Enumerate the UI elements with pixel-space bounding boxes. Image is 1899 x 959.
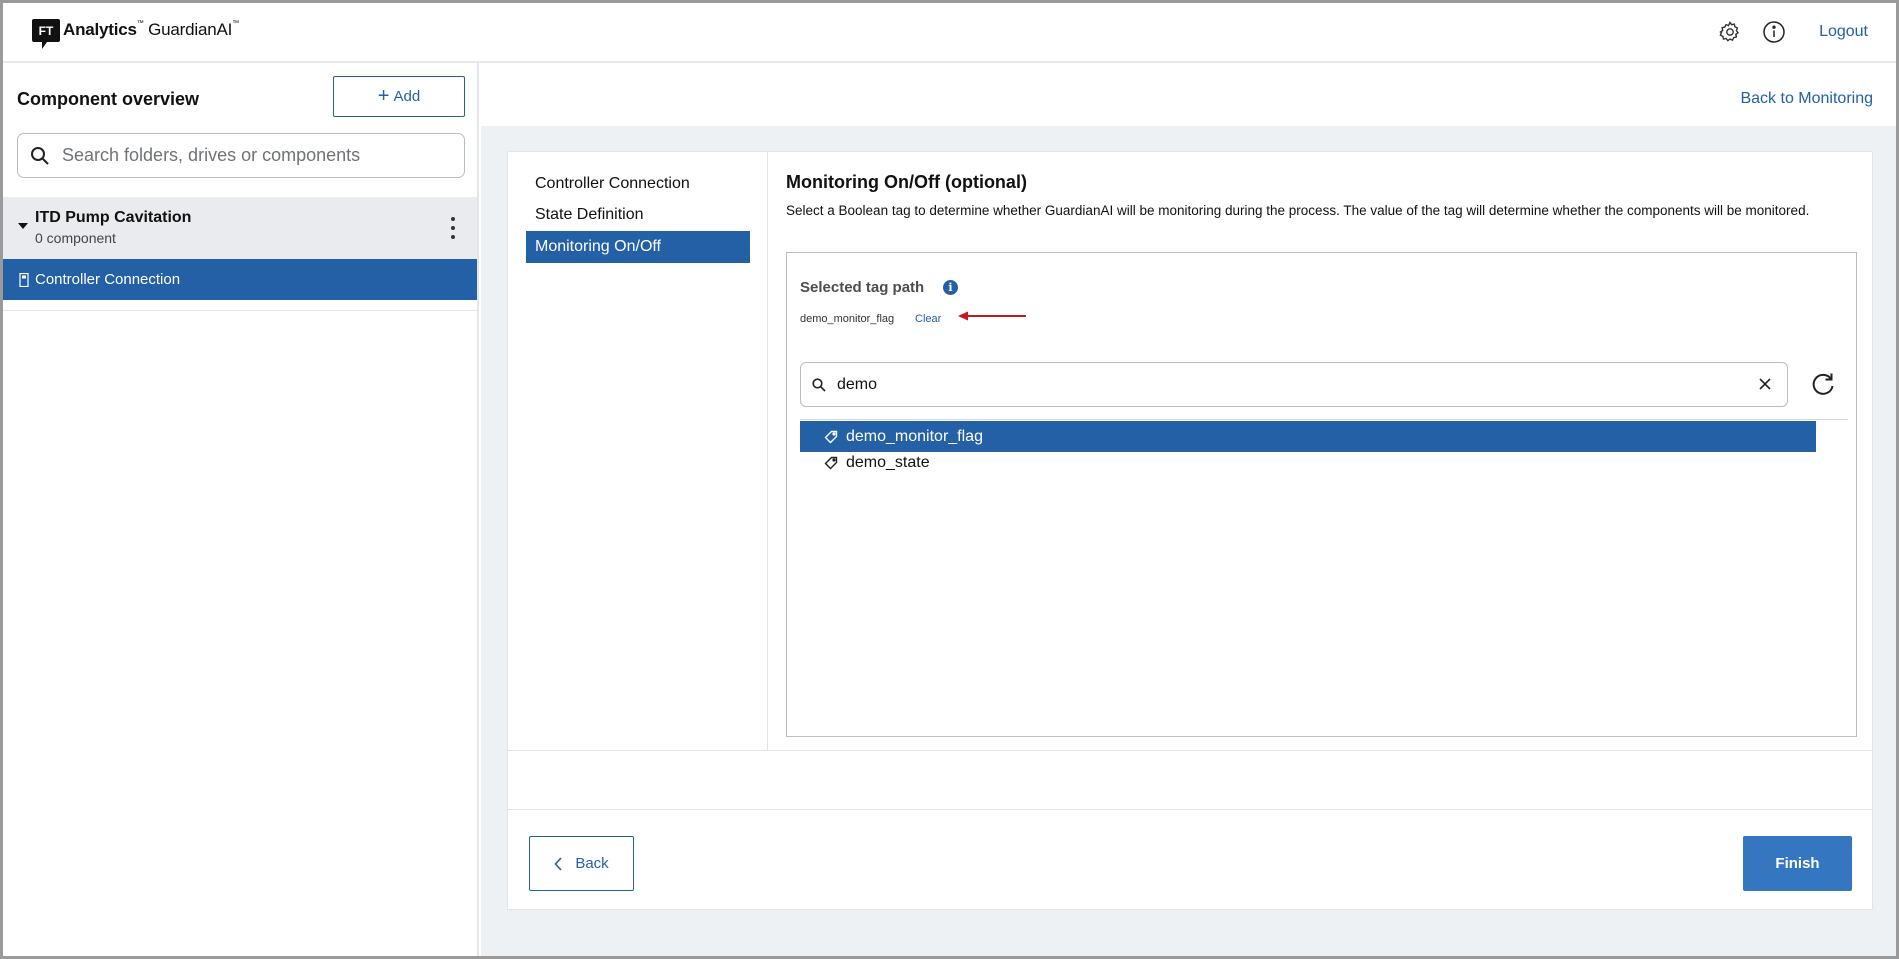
- folder-name: ITD Pump Cavitation: [35, 209, 192, 226]
- sidebar-title: Component overview: [17, 89, 200, 109]
- refresh-icon[interactable]: [1809, 370, 1837, 398]
- sidebar: Component overview + Add ITD Pump Cavita…: [3, 63, 479, 956]
- info-icon[interactable]: i: [943, 280, 958, 295]
- step-monitoring-on-off[interactable]: Monitoring On/Off: [526, 231, 750, 263]
- tag-selection-panel: Selected tag path i demo_monitor_flag Cl…: [786, 252, 1857, 737]
- sidebar-item-controller-connection[interactable]: Controller Connection: [3, 259, 477, 300]
- wizard-card: Controller Connection State Definition M…: [507, 151, 1873, 910]
- logo-product: GuardianAI: [148, 20, 233, 39]
- tag-icon: [824, 430, 838, 443]
- search-icon: [812, 377, 826, 392]
- add-button[interactable]: + Add: [333, 76, 465, 117]
- plus-icon: +: [377, 84, 390, 107]
- logo-text: Analytics™ GuardianAI™: [63, 20, 239, 39]
- back-to-monitoring-link[interactable]: Back to Monitoring: [1740, 90, 1873, 108]
- chevron-left-icon: [554, 856, 562, 871]
- section-title: Monitoring On/Off (optional): [786, 172, 1027, 192]
- tag-search-input[interactable]: [837, 375, 1717, 394]
- folder-count: 0 component: [35, 230, 116, 246]
- close-icon[interactable]: [1757, 376, 1773, 392]
- divider: [508, 750, 1872, 751]
- tag-icon: [824, 456, 838, 469]
- app-window: FT Analytics™ GuardianAI™ Logout Compone…: [0, 0, 1899, 959]
- folder-row[interactable]: ITD Pump Cavitation 0 component: [3, 197, 477, 259]
- selected-tag-path-label: Selected tag path: [800, 279, 925, 296]
- gear-icon[interactable]: [1717, 19, 1743, 45]
- more-options-icon[interactable]: [449, 217, 457, 239]
- top-bar: FT Analytics™ GuardianAI™ Logout: [3, 3, 1896, 63]
- tag-label: demo_state: [846, 453, 930, 471]
- divider: [3, 310, 477, 311]
- main-header: Back to Monitoring: [481, 63, 1896, 126]
- svg-text:FT: FT: [39, 24, 54, 38]
- clear-tag-link[interactable]: Clear: [915, 313, 941, 325]
- back-button[interactable]: Back: [529, 836, 634, 891]
- back-button-label: Back: [575, 855, 609, 872]
- logo: FT Analytics™ GuardianAI™: [31, 16, 239, 50]
- tag-label: demo_monitor_flag: [846, 427, 983, 445]
- component-search-input[interactable]: [62, 145, 442, 166]
- logout-link[interactable]: Logout: [1819, 23, 1868, 41]
- divider: [800, 419, 1848, 420]
- annotation-arrow-icon: [958, 311, 1026, 321]
- step-controller-connection[interactable]: Controller Connection: [526, 168, 750, 200]
- tag-search[interactable]: [800, 362, 1788, 407]
- search-icon: [31, 146, 49, 165]
- section-description: Select a Boolean tag to determine whethe…: [786, 203, 1810, 218]
- wizard-steps: Controller Connection State Definition M…: [508, 152, 768, 750]
- controller-device-icon: [19, 272, 29, 287]
- add-button-label: Add: [393, 88, 421, 105]
- divider: [508, 809, 1872, 810]
- main-area: Back to Monitoring Controller Connection…: [481, 63, 1896, 956]
- selected-tag-path-value: demo_monitor_flag: [800, 313, 895, 325]
- info-circle-icon[interactable]: [1761, 19, 1787, 45]
- caret-down-icon[interactable]: [18, 223, 28, 229]
- logo-bold: Analytics: [63, 20, 137, 39]
- ft-logo-icon: FT: [32, 19, 60, 49]
- tag-row-demo-state[interactable]: demo_state: [800, 447, 1816, 478]
- finish-button[interactable]: Finish: [1743, 836, 1852, 891]
- sidebar-item-label: Controller Connection: [35, 271, 181, 288]
- step-state-definition[interactable]: State Definition: [526, 199, 750, 231]
- component-search[interactable]: [17, 133, 465, 178]
